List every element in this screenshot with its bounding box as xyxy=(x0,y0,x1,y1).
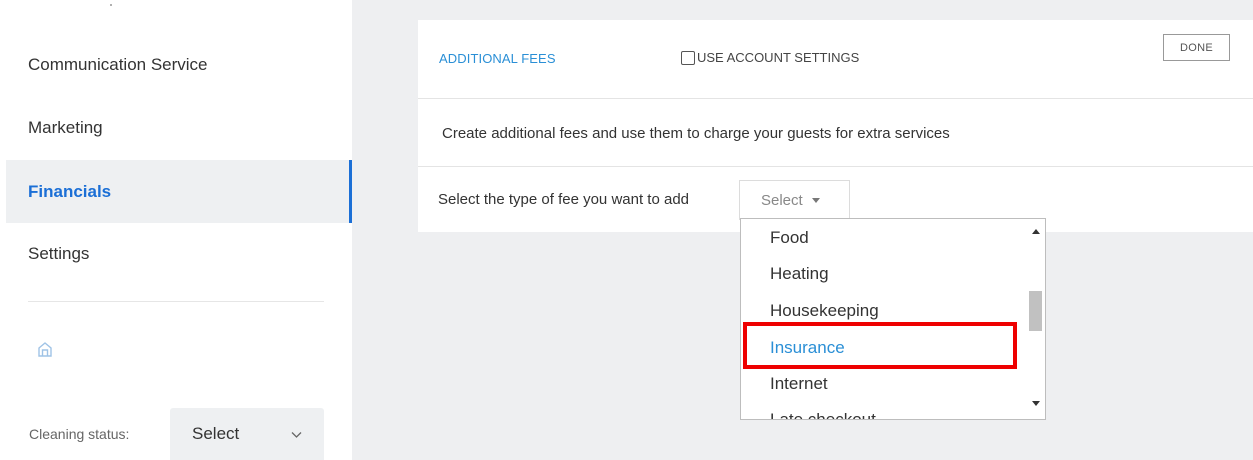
option-label: Internet xyxy=(770,373,828,393)
sidebar-item-communication-service[interactable]: Communication Service xyxy=(6,33,352,96)
sidebar-item-label: Settings xyxy=(28,243,90,263)
sidebar-item-label: Marketing xyxy=(28,117,103,137)
dropdown-option-late-checkout[interactable]: Late checkout xyxy=(741,401,1026,420)
card-header: ADDITIONAL FEES USE ACCOUNT SETTINGS DON… xyxy=(418,20,1253,99)
option-label: Housekeeping xyxy=(770,300,879,320)
fee-type-select[interactable]: Select xyxy=(739,180,850,220)
sidebar: Communication Service Marketing Financia… xyxy=(0,0,352,460)
additional-fees-title: ADDITIONAL FEES xyxy=(439,51,556,66)
cleaning-status-label: Cleaning status: xyxy=(29,426,130,442)
sidebar-scroll-dot xyxy=(110,4,112,6)
use-account-settings-label: USE ACCOUNT SETTINGS xyxy=(697,50,860,65)
option-label: Heating xyxy=(770,263,829,283)
scroll-down-arrow-icon[interactable] xyxy=(1032,401,1040,406)
sidebar-item-label: Communication Service xyxy=(28,54,208,74)
dropdown-option-insurance[interactable]: Insurance xyxy=(741,329,1026,366)
sidebar-divider xyxy=(28,301,324,302)
scrollbar-thumb[interactable] xyxy=(1029,291,1042,331)
cleaning-status-select[interactable]: Select xyxy=(170,408,324,460)
dropdown-option-heating[interactable]: Heating xyxy=(741,255,1026,292)
fee-type-select-value: Select xyxy=(761,191,803,209)
sidebar-item-settings[interactable]: Settings xyxy=(6,222,352,285)
sidebar-item-marketing[interactable]: Marketing xyxy=(6,96,352,159)
additional-fees-card: ADDITIONAL FEES USE ACCOUNT SETTINGS DON… xyxy=(418,20,1253,232)
done-button[interactable]: DONE xyxy=(1163,34,1230,61)
use-account-settings-toggle[interactable]: USE ACCOUNT SETTINGS xyxy=(681,50,859,65)
sidebar-item-label: Financials xyxy=(28,181,112,201)
fees-description: Create additional fees and use them to c… xyxy=(418,100,1253,167)
scroll-up-arrow-icon[interactable] xyxy=(1032,229,1040,234)
dropdown-option-housekeeping[interactable]: Housekeeping xyxy=(741,292,1026,329)
dropdown-option-food[interactable]: Food xyxy=(741,219,1026,256)
cleaning-status-value: Select xyxy=(192,424,240,443)
option-label: Late checkout xyxy=(770,409,876,420)
option-label: Insurance xyxy=(770,337,845,357)
home-icon[interactable] xyxy=(37,341,53,357)
dropdown-option-internet[interactable]: Internet xyxy=(741,365,1026,402)
dropdown-scrollbar[interactable] xyxy=(1026,219,1045,419)
option-label: Food xyxy=(770,227,809,247)
use-account-settings-checkbox[interactable] xyxy=(681,50,695,65)
caret-down-icon xyxy=(811,197,820,203)
fee-type-label: Select the type of fee you want to add xyxy=(438,191,690,208)
sidebar-item-financials[interactable]: Financials xyxy=(6,160,352,223)
fee-type-dropdown[interactable]: Food Heating Housekeeping Insurance Inte… xyxy=(740,218,1046,420)
chevron-down-icon xyxy=(291,431,302,438)
